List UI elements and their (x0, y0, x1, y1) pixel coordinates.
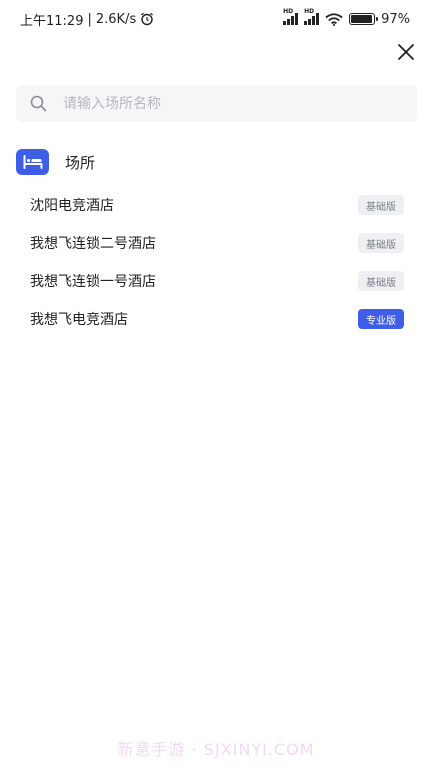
watermark: 新意手游 · SJXINYI.COM (117, 740, 315, 759)
close-button[interactable] (394, 40, 418, 64)
status-speed: 2.6K/s (95, 11, 137, 27)
status-left: 上午11:29 | 2.6K/s (20, 10, 154, 29)
section-icon-badge (16, 149, 49, 175)
venue-list: 沈阳电竞酒店 基础版 我想飞连锁二号酒店 基础版 我想飞连锁一号酒店 基础版 我… (0, 186, 432, 338)
battery-percent: 97% (381, 11, 410, 27)
signal-icon: HD (283, 8, 299, 25)
search-icon (30, 95, 47, 112)
status-bar: 上午11:29 | 2.6K/s HD HD 97% (0, 0, 432, 38)
battery-icon (349, 13, 379, 25)
status-time: 上午11:29 (20, 13, 84, 29)
list-item[interactable]: 我想飞连锁一号酒店 基础版 (0, 262, 432, 300)
signal-icon-2: HD (304, 8, 320, 25)
alarm-icon (141, 12, 154, 26)
tier-badge: 基础版 (358, 195, 404, 215)
status-right: HD HD 97% (283, 8, 410, 27)
tier-badge: 专业版 (358, 309, 404, 329)
section-header: 场所 (16, 149, 95, 175)
hd-label-2: HD (304, 8, 315, 15)
search-input[interactable] (63, 95, 383, 112)
list-item[interactable]: 沈阳电竞酒店 基础版 (0, 186, 432, 224)
bed-icon (23, 155, 42, 169)
hd-label: HD (283, 8, 294, 15)
venue-name: 我想飞连锁一号酒店 (30, 274, 156, 290)
close-icon (398, 44, 414, 60)
venue-name: 沈阳电竞酒店 (30, 198, 114, 214)
venue-name: 我想飞电竞酒店 (30, 312, 128, 328)
venue-name: 我想飞连锁二号酒店 (30, 236, 156, 252)
list-item[interactable]: 我想飞连锁二号酒店 基础版 (0, 224, 432, 262)
list-item[interactable]: 我想飞电竞酒店 专业版 (0, 300, 432, 338)
status-divider: | (87, 11, 92, 27)
section-title: 场所 (65, 153, 96, 172)
tier-badge: 基础版 (358, 271, 404, 291)
wifi-icon (325, 12, 343, 26)
search-bar[interactable] (16, 85, 417, 122)
tier-badge: 基础版 (358, 233, 404, 253)
